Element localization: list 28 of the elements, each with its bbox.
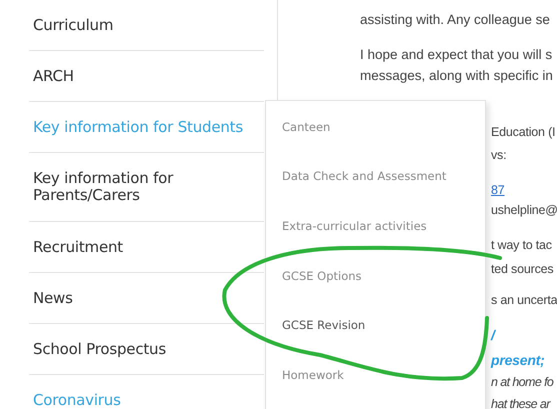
menu-item[interactable]: Data Check and Assessment: [266, 152, 485, 202]
body-text: vs:: [491, 147, 506, 164]
heading-text: present;: [491, 351, 545, 369]
body-text: Education (I: [491, 124, 556, 141]
body-text: messages, along with specific in: [360, 67, 553, 85]
menu-item[interactable]: Canteen: [266, 102, 485, 152]
nav-link[interactable]: Key information for Parents/Carers: [29, 170, 264, 204]
heading-text: /: [491, 326, 495, 344]
menu-item[interactable]: Homework: [266, 350, 485, 400]
body-text: hat these ar: [491, 396, 550, 409]
menu-item[interactable]: GCSE Revision: [266, 300, 485, 350]
menu-item[interactable]: Extra-curricular activities: [266, 201, 485, 251]
body-text: ted sources: [491, 261, 554, 278]
nav-link[interactable]: Key information for Students: [29, 118, 243, 136]
nav-link[interactable]: Curriculum: [29, 16, 114, 34]
menu-item[interactable]: GCSE Options: [266, 250, 485, 300]
body-text: t way to tac: [491, 237, 552, 254]
body-text: assisting with. Any colleague se: [360, 11, 550, 29]
phone-link[interactable]: 87: [491, 181, 505, 199]
nav-link[interactable]: Recruitment: [29, 238, 123, 256]
nav-link[interactable]: News: [29, 290, 73, 306]
nav-link[interactable]: ARCH: [29, 68, 74, 84]
body-text: ushelpline@: [491, 202, 557, 219]
body-text: n at home fo: [491, 374, 554, 391]
body-text: I hope and expect that you will s: [360, 46, 552, 64]
body-text: s an uncerta: [491, 292, 557, 309]
nav-link[interactable]: School Prospectus: [29, 340, 166, 358]
nav-link[interactable]: Coronavirus: [29, 392, 121, 408]
